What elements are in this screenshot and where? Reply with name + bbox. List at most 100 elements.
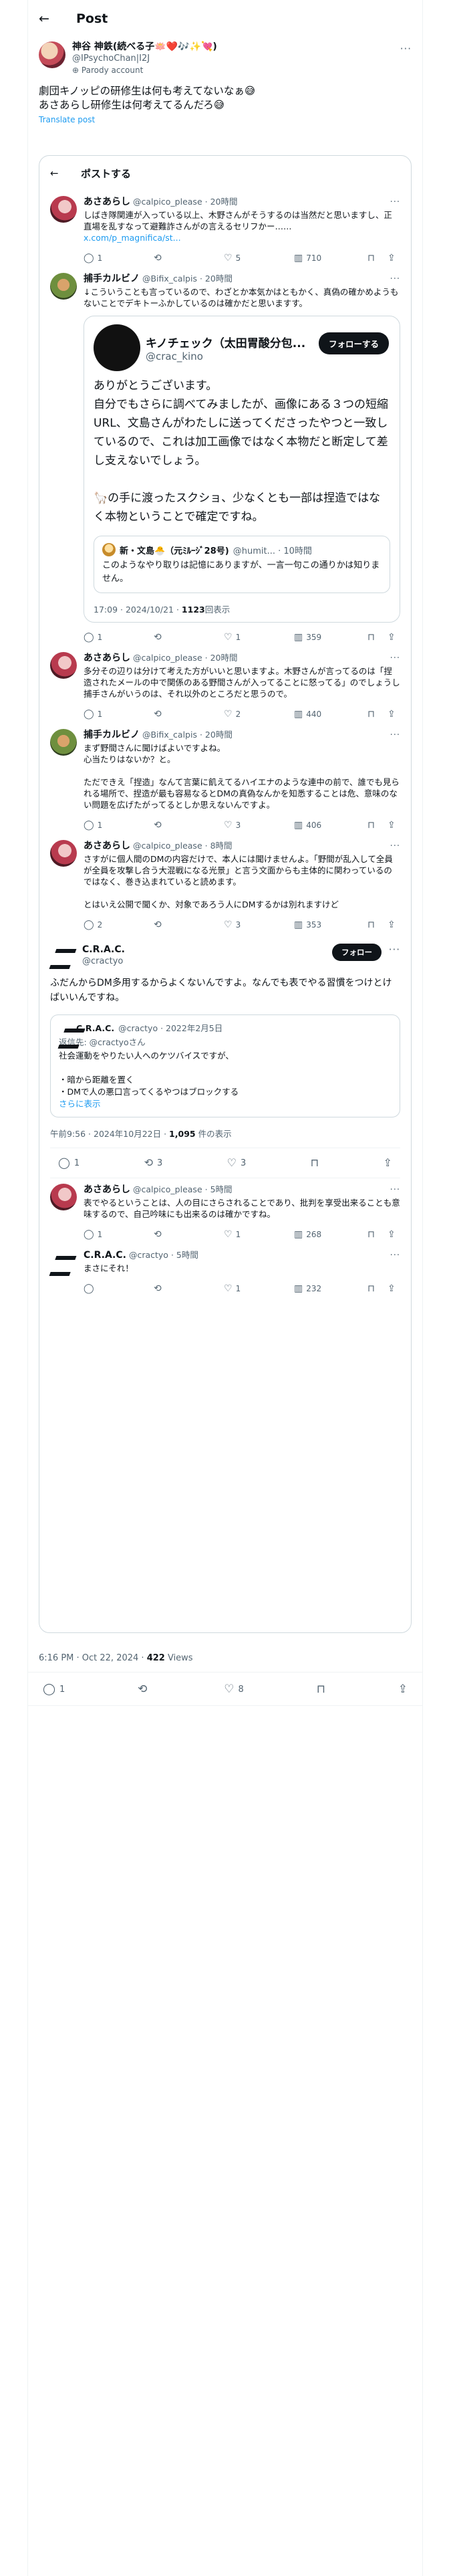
bookmark-button[interactable]: ⊓ xyxy=(367,710,388,719)
focused-tweet[interactable]: C.R.A.C. @cractyo フォロー ··· ふだんからDM多用するから… xyxy=(39,934,411,1178)
retweet-button[interactable]: ⟲ xyxy=(154,821,224,830)
tweet-handle[interactable]: @cractyo xyxy=(82,956,125,967)
retweet-button[interactable]: ⟲ xyxy=(154,1230,224,1239)
avatar[interactable] xyxy=(50,942,77,969)
avatar[interactable] xyxy=(50,273,77,300)
reply-tweet[interactable]: あさあらし @calpico_please · 5時間 表でやるということは、人… xyxy=(39,1178,411,1244)
bookmark-button[interactable]: ⊓ xyxy=(311,1158,319,1168)
translate-link[interactable]: Translate post xyxy=(28,112,422,124)
reply-tweet[interactable]: あさあらし @calpico_please · 20時間 多分その辺りは分けて考… xyxy=(39,647,411,724)
tweet-handle[interactable]: @calpico_please xyxy=(133,841,202,851)
back-arrow-icon[interactable]: ← xyxy=(39,11,59,26)
like-button[interactable]: ♡ 1 xyxy=(224,1230,294,1239)
reply-button[interactable]: ◯ 1 xyxy=(58,1158,80,1168)
tweet-author-name[interactable]: あさあらし xyxy=(84,197,130,207)
bookmark-button[interactable]: ⊓ xyxy=(367,633,388,642)
views-button[interactable]: ▥ 268 xyxy=(294,1230,367,1239)
retweet-button[interactable]: ⟲ xyxy=(154,920,224,930)
share-button[interactable]: ⇪ xyxy=(398,1684,408,1695)
bookmark-button[interactable]: ⊓ xyxy=(367,1230,388,1239)
like-button[interactable]: ♡ 3 xyxy=(224,821,294,830)
avatar[interactable] xyxy=(39,41,65,68)
more-options-icon[interactable]: ··· xyxy=(390,730,400,740)
author-handle[interactable]: @IPsychoChan|I2J xyxy=(72,53,217,64)
reply-tweet[interactable]: C.R.A.C. @cractyo · 5時間 まさにそれ！ ◯ ⟲ ♡ 1 ▥ 2… xyxy=(39,1244,411,1298)
quoted-thread-card[interactable]: ← ポストする あさあらし @calpico_please · 20時間 しばき… xyxy=(39,155,412,1633)
tweet-author-name[interactable]: 捕手カルビノ xyxy=(84,274,140,284)
reply-tweet[interactable]: 捕手カルビノ @Bifix_calpis · 20時間 まず野間さんに聞けばよい… xyxy=(39,724,411,835)
like-button[interactable]: ♡ 1 xyxy=(224,1284,294,1293)
quote-author-handle[interactable]: @crac_kino xyxy=(146,350,333,362)
more-options-icon[interactable]: ··· xyxy=(400,43,412,55)
more-options-icon[interactable]: ··· xyxy=(390,653,400,663)
views-button[interactable]: ▥ 359 xyxy=(294,633,367,642)
views-button[interactable]: ▥ 440 xyxy=(294,710,367,719)
bookmark-button[interactable]: ⊓ xyxy=(367,920,388,930)
tweet-author-name[interactable]: あさあらし xyxy=(84,1184,130,1195)
tweet-author-name[interactable]: あさあらし xyxy=(84,653,130,663)
share-button[interactable]: ⇪ xyxy=(384,1158,392,1168)
like-button[interactable]: ♡ 2 xyxy=(224,710,294,719)
share-button[interactable]: ⇪ xyxy=(388,1230,396,1239)
show-more-link[interactable]: さらに表示 xyxy=(59,1098,392,1110)
retweet-button[interactable]: ⟲ xyxy=(154,633,224,642)
tweet-handle[interactable]: @cractyo xyxy=(129,1250,168,1260)
nested-author-handle[interactable]: @humit... · 10時間 xyxy=(233,544,312,556)
avatar[interactable] xyxy=(50,840,77,867)
like-button[interactable]: ♡ 3 xyxy=(224,920,294,930)
views-button[interactable]: ▥ 710 xyxy=(294,253,367,263)
reply-tweet[interactable]: あさあらし @calpico_please · 20時間 しばき隊関連が入ってい… xyxy=(39,191,411,267)
reply-button[interactable]: ◯ 1 xyxy=(84,633,154,642)
share-button[interactable]: ⇪ xyxy=(388,920,396,930)
tweet-handle[interactable]: @calpico_please xyxy=(133,1184,202,1194)
nested-author-name[interactable]: 新・文島🐣（元ﾐﾙｰｼﾞ28号) xyxy=(120,544,229,556)
avatar[interactable] xyxy=(102,543,116,556)
share-button[interactable]: ⇪ xyxy=(388,1284,396,1293)
avatar[interactable] xyxy=(50,652,77,679)
tweet-link[interactable]: x.com/p_magnifica/st... xyxy=(84,232,400,243)
tweet-handle[interactable]: @calpico_please xyxy=(133,197,202,207)
follow-button[interactable]: フォロー xyxy=(332,944,382,961)
share-button[interactable]: ⇪ xyxy=(388,821,396,830)
more-options-icon[interactable]: ··· xyxy=(389,944,400,956)
share-button[interactable]: ⇪ xyxy=(388,253,396,263)
retweet-button[interactable]: ⟲ 3 xyxy=(144,1158,163,1168)
like-button[interactable]: ♡ 1 xyxy=(224,633,294,642)
tweet-author-name[interactable]: C.R.A.C. xyxy=(82,944,125,956)
quote-author-name[interactable]: キノチェック（太田胃酸分包... xyxy=(146,334,333,350)
tweet-author-name[interactable]: 捕手カルビノ xyxy=(84,730,140,740)
avatar[interactable] xyxy=(50,196,77,223)
back-arrow-icon[interactable]: ← xyxy=(50,167,67,179)
avatar[interactable] xyxy=(59,1022,72,1035)
retweet-button[interactable]: ⟲ xyxy=(154,710,224,719)
views-button[interactable]: ▥ 232 xyxy=(294,1284,367,1293)
more-options-icon[interactable]: ··· xyxy=(390,1185,400,1195)
more-options-icon[interactable]: ··· xyxy=(390,274,400,284)
more-options-icon[interactable]: ··· xyxy=(390,1251,400,1261)
tweet-author-name[interactable]: C.R.A.C. xyxy=(84,1250,126,1261)
tweet-handle[interactable]: @Bifix_calpis xyxy=(142,730,197,740)
bookmark-button[interactable]: ⊓ xyxy=(367,253,388,263)
like-button[interactable]: ♡ 8 xyxy=(224,1684,244,1695)
retweet-button[interactable]: ⟲ xyxy=(154,253,224,263)
retweet-button[interactable]: ⟲ xyxy=(154,1284,224,1293)
avatar[interactable] xyxy=(50,729,77,756)
reply-button[interactable]: ◯ 1 xyxy=(84,1230,154,1239)
reply-button[interactable]: ◯ 1 xyxy=(84,710,154,719)
reply-button[interactable]: ◯ 1 xyxy=(84,821,154,830)
retweet-button[interactable]: ⟲ xyxy=(138,1684,151,1695)
tweet-author-name[interactable]: あさあらし xyxy=(84,841,130,851)
views-button[interactable]: ▥ 353 xyxy=(294,920,367,930)
bookmark-button[interactable]: ⊓ xyxy=(367,821,388,830)
reply-button[interactable]: ◯ 1 xyxy=(84,253,154,263)
like-button[interactable]: ♡ 3 xyxy=(227,1158,247,1168)
views-button[interactable]: ▥ 406 xyxy=(294,821,367,830)
avatar[interactable] xyxy=(50,1249,77,1276)
avatar[interactable] xyxy=(94,324,140,371)
reply-tweet[interactable]: あさあらし @calpico_please · 8時間 さすがに個人間のDMの内… xyxy=(39,835,411,934)
embedded-quote-tweet[interactable]: C.R.A.C. @cractyo · 2022年2月5日 返信先: @crac… xyxy=(50,1014,400,1117)
like-button[interactable]: ♡ 5 xyxy=(224,253,294,263)
embedded-quote-tweet[interactable]: キノチェック（太田胃酸分包... @crac_kino フォローする ありがとう… xyxy=(84,316,400,623)
tweet-handle[interactable]: @calpico_please xyxy=(133,653,202,663)
avatar[interactable] xyxy=(50,1184,77,1210)
